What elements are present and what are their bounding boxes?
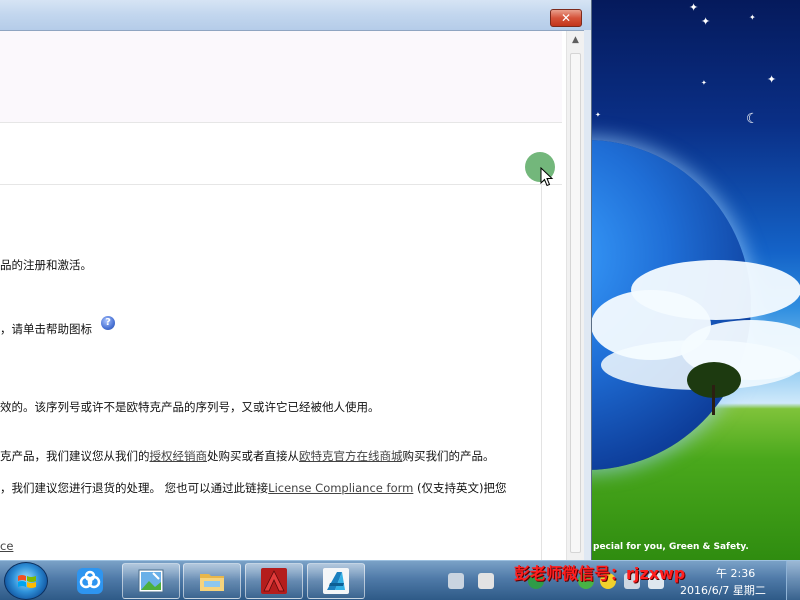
autodesk-icon <box>323 568 349 594</box>
help-icon[interactable]: ? <box>101 316 115 330</box>
star-graphic: ✦ <box>767 73 777 86</box>
tree-trunk-graphic <box>712 385 715 415</box>
message-text: ，请单击帮助图标 <box>0 322 92 336</box>
message-line: ，请单击帮助图标 <box>0 321 92 337</box>
close-button[interactable]: ✕ <box>550 9 582 27</box>
app-window: ✕ 品的注册和激活。 ，请单击帮助图标 效的。该序列号或许不是欧特克产品的序列号… <box>0 0 592 562</box>
taskbar-app-autodesk[interactable] <box>307 563 365 599</box>
keyboard-icon[interactable] <box>448 573 464 589</box>
clock-time[interactable]: 午 2:36 <box>716 565 790 581</box>
window-content: 品的注册和激活。 ，请单击帮助图标 效的。该序列号或许不是欧特克产品的序列号，又… <box>0 30 584 562</box>
watermark-text: 彭老师微信号：rjzxwp <box>514 564 686 583</box>
truncated-link[interactable]: ce <box>0 539 13 553</box>
taskbar-app-explorer[interactable] <box>183 563 241 599</box>
star-graphic: ✦ <box>595 111 601 119</box>
scrollbar-thumb[interactable] <box>570 53 581 553</box>
vertical-scrollbar[interactable]: ▲ <box>566 31 584 562</box>
header-subbar <box>0 123 562 185</box>
baidu-cloud-icon <box>77 568 103 594</box>
message-line: 品的注册和激活。 <box>0 258 92 272</box>
star-graphic: ✦ <box>701 79 707 87</box>
desktop-wallpaper: ✦ ✦ ✦ ✦ ☾ ✦ ✦ pecial for you, Green & Sa… <box>591 0 800 560</box>
message-text: 克产品，我们建议您从我们的 <box>0 449 150 463</box>
authorized-reseller-link[interactable]: 授权经销商 <box>150 449 208 463</box>
autocad-icon <box>261 568 287 594</box>
printer-icon[interactable] <box>478 573 494 589</box>
message-text: 购买我们的产品。 <box>402 449 495 463</box>
clock-date[interactable]: 2016/6/7 星期二 <box>680 582 788 598</box>
header-banner <box>0 31 562 123</box>
wallpaper-caption: pecial for you, Green & Safety. <box>593 542 749 552</box>
message-line: 效的。该序列号或许不是欧特克产品的序列号，又或许它已经被他人使用。 <box>0 400 380 414</box>
start-button[interactable] <box>4 562 48 600</box>
star-graphic: ✦ <box>749 13 756 22</box>
scroll-up-arrow-icon[interactable]: ▲ <box>567 35 584 45</box>
message-text: 处购买或者直接从 <box>207 449 299 463</box>
star-graphic: ✦ <box>701 15 711 28</box>
message-panel <box>0 185 542 562</box>
taskbar-app-autocad[interactable] <box>245 563 303 599</box>
windows-logo-icon <box>18 575 36 588</box>
message-text: ，我们建议您进行退货的处理。 您也可以通过此链接 <box>0 481 269 495</box>
taskbar-app-image-viewer[interactable] <box>122 563 180 599</box>
autodesk-online-store-link[interactable]: 欧特克官方在线商城 <box>299 449 403 463</box>
message-line: ，我们建议您进行退货的处理。 您也可以通过此链接License Complian… <box>0 480 506 496</box>
folder-icon <box>200 574 224 591</box>
license-compliance-link[interactable]: License Compliance form <box>268 481 413 495</box>
message-line: 克产品，我们建议您从我们的授权经销商处购买或者直接从欧特克官方在线商城购买我们的… <box>0 448 495 464</box>
taskbar-app-cloud[interactable] <box>66 563 114 599</box>
mouse-cursor-icon <box>540 167 554 187</box>
moon-graphic: ☾ <box>746 111 759 127</box>
message-text: (仅支持英文)把您 <box>413 481 507 495</box>
image-viewer-icon <box>138 569 164 593</box>
message-line: ce <box>0 539 13 553</box>
show-desktop-button[interactable] <box>786 561 800 600</box>
star-graphic: ✦ <box>689 1 699 14</box>
window-titlebar[interactable]: ✕ <box>0 0 591 30</box>
